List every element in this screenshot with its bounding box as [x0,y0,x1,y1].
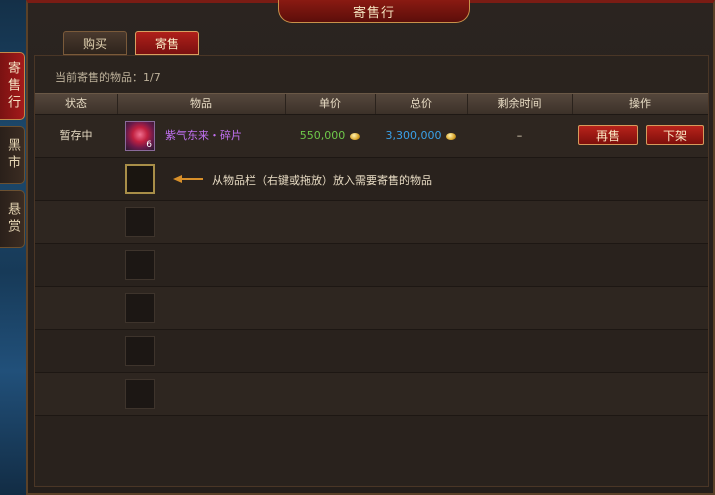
empty-item-slot[interactable] [125,207,155,237]
item-stack-count: 6 [146,140,152,150]
table-row [35,244,708,287]
table-header: 状态 物品 单价 总价 剩余时间 操作 [35,93,708,115]
consignment-content: 当前寄售的物品：1/7 状态 物品 单价 总价 剩余时间 操作 暂存中 6 紫气… [34,55,709,487]
listing-count-label: 当前寄售的物品： [55,71,143,84]
side-tab-bounty[interactable]: 悬赏 [0,190,25,248]
gold-coin-icon [446,132,457,140]
table-row [35,416,708,485]
table-row [35,330,708,373]
table-row [35,373,708,416]
empty-item-slot[interactable] [125,379,155,409]
tab-buy[interactable]: 购买 [63,31,127,55]
column-header-unit-price: 单价 [285,94,376,114]
gold-coin-icon [350,132,361,140]
empty-item-slot[interactable] [125,250,155,280]
side-tab-consignment[interactable]: 寄售行 [0,52,25,120]
column-header-total-price: 总价 [375,94,468,114]
listing-count-value: 1/7 [143,71,161,84]
remaining-time: – [516,129,523,142]
item-name: 紫气东来・碎片 [165,129,242,142]
resell-button[interactable]: 再售 [578,125,638,145]
column-header-item: 物品 [117,94,286,114]
total-price-value: 3,300,000 [385,129,442,142]
item-slot-purple-gem[interactable]: 6 [125,121,155,151]
consignment-window: 寄售行 购买 寄售 当前寄售的物品：1/7 状态 物品 单价 总价 剩余时间 操… [26,0,715,495]
window-title: 寄售行 [278,0,470,23]
unit-price-value: 550,000 [299,129,346,142]
table-row: 暂存中 6 紫气东来・碎片 550,000 3,300,000 – 再售 下架 [35,115,708,158]
drop-hint-text: 从物品栏（右键或拖放）放入需要寄售的物品 [212,174,432,187]
listing-count: 当前寄售的物品：1/7 [55,69,161,85]
column-header-actions: 操作 [629,97,651,110]
delist-button[interactable]: 下架 [646,125,704,145]
arrow-left-icon [173,175,203,183]
table-row [35,201,708,244]
unit-price: 550,000 [285,115,375,157]
row-status: 暂存中 [59,129,93,142]
empty-item-slot[interactable] [125,293,155,323]
column-header-status: 状态 [35,94,118,114]
side-tab-black-market[interactable]: 黑市 [0,126,25,184]
empty-item-slot[interactable] [125,336,155,366]
tab-sell[interactable]: 寄售 [135,31,199,55]
table-row [35,287,708,330]
total-price: 3,300,000 [375,115,467,157]
empty-item-slot-target[interactable] [125,164,155,194]
table-row: 从物品栏（右键或拖放）放入需要寄售的物品 [35,158,708,201]
column-header-remaining: 剩余时间 [467,94,573,114]
